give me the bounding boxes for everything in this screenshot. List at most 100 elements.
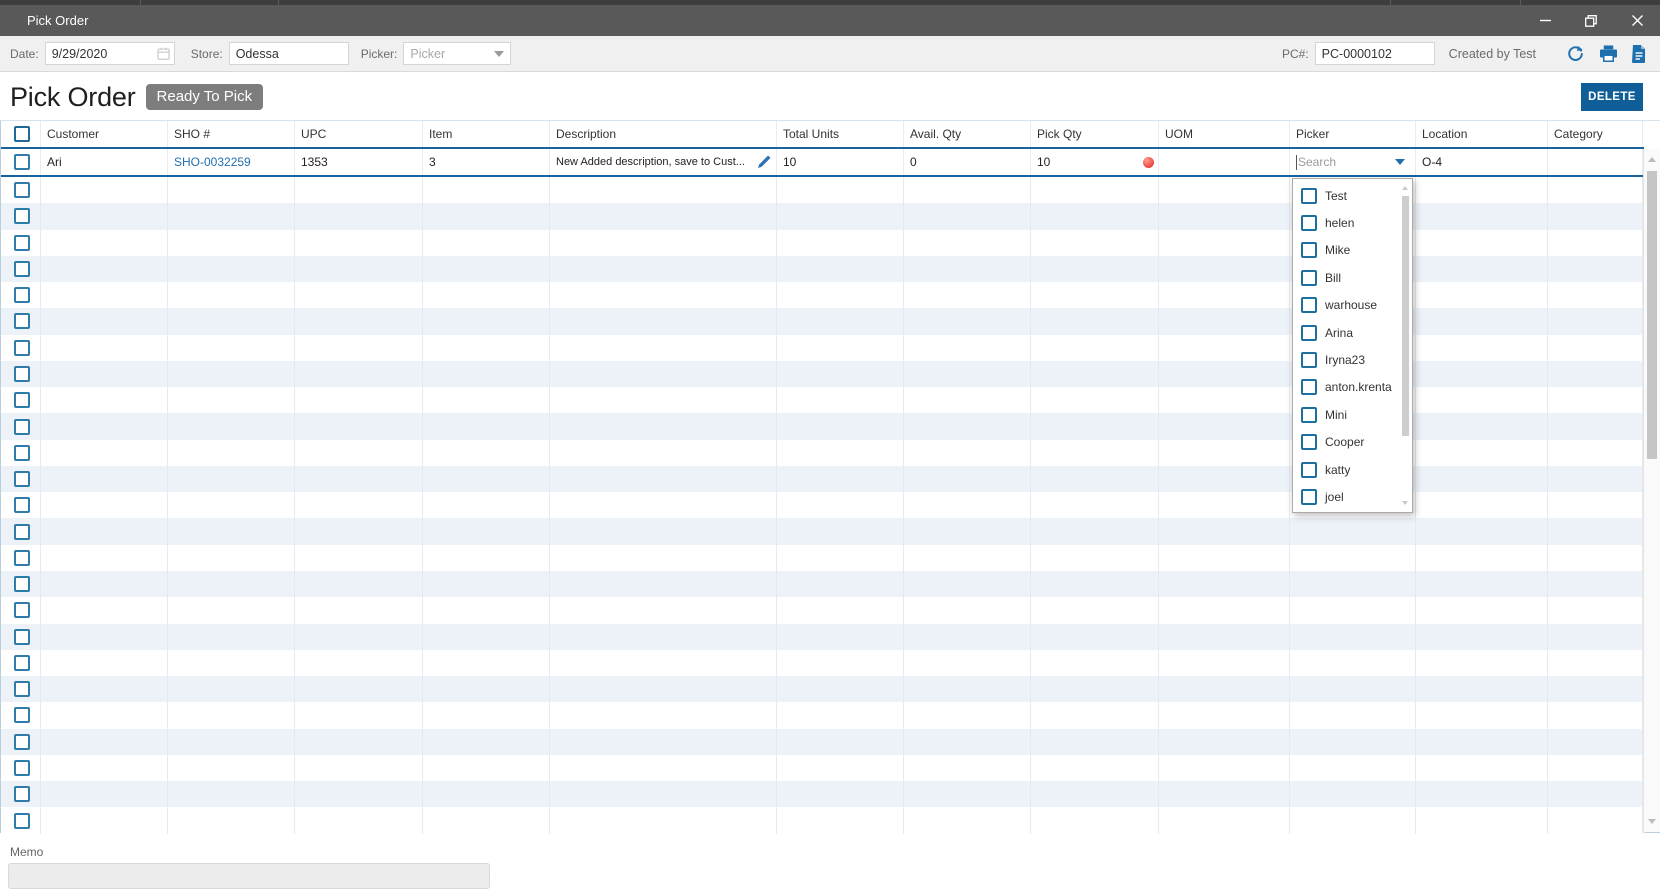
- row-checkbox[interactable]: [14, 418, 30, 435]
- vertical-scrollbar[interactable]: [1643, 149, 1660, 832]
- cell-upc: 1353: [295, 149, 423, 175]
- column-header-total-units[interactable]: Total Units: [777, 121, 904, 147]
- row-checkbox[interactable]: [14, 392, 30, 409]
- column-header-upc[interactable]: UPC: [295, 121, 423, 147]
- column-header-avail-qty[interactable]: Avail. Qty: [904, 121, 1031, 147]
- edit-pencil-icon[interactable]: [757, 155, 771, 169]
- picker-option-iryna23[interactable]: Iryna23: [1293, 346, 1412, 373]
- picker-search-combo[interactable]: Search: [1290, 149, 1415, 175]
- row-checkbox[interactable]: [14, 154, 30, 170]
- row-checkbox[interactable]: [14, 681, 30, 698]
- option-checkbox[interactable]: [1301, 434, 1317, 451]
- table-row-selected[interactable]: Ari SHO-0032259 1353 3 New Added descrip…: [1, 149, 1644, 177]
- sho-number-link[interactable]: SHO-0032259: [174, 155, 251, 169]
- picker-option-partial[interactable]: [1293, 511, 1412, 512]
- row-checkbox[interactable]: [14, 260, 30, 277]
- pc-number-input[interactable]: [1314, 42, 1435, 65]
- picker-option-arina[interactable]: Arina: [1293, 319, 1412, 346]
- close-button[interactable]: [1614, 5, 1660, 36]
- row-checkbox[interactable]: [14, 812, 30, 829]
- picker-search-placeholder: Search: [1298, 155, 1337, 169]
- option-checkbox[interactable]: [1301, 324, 1317, 341]
- row-checkbox[interactable]: [14, 733, 30, 750]
- refresh-button[interactable]: [1566, 45, 1585, 63]
- row-checkbox[interactable]: [14, 576, 30, 593]
- minimize-button[interactable]: [1522, 5, 1568, 36]
- row-checkbox[interactable]: [14, 628, 30, 645]
- row-checkbox[interactable]: [14, 234, 30, 251]
- picker-option-mike[interactable]: Mike: [1293, 237, 1412, 264]
- option-checkbox[interactable]: [1301, 187, 1317, 204]
- column-header-description[interactable]: Description: [550, 121, 777, 147]
- picker-select[interactable]: Picker: [403, 42, 512, 65]
- dropdown-arrow-icon[interactable]: [1395, 159, 1405, 165]
- row-checkbox[interactable]: [14, 707, 30, 724]
- dropdown-scrollbar[interactable]: [1400, 180, 1411, 511]
- picker-option-joel[interactable]: joel: [1293, 483, 1412, 510]
- column-header-customer[interactable]: Customer: [41, 121, 168, 147]
- option-checkbox[interactable]: [1301, 406, 1317, 423]
- option-label: anton.krenta: [1325, 380, 1392, 395]
- print-button[interactable]: [1599, 45, 1618, 62]
- row-checkbox[interactable]: [14, 549, 30, 566]
- row-checkbox[interactable]: [14, 759, 30, 776]
- scroll-up-icon[interactable]: [1402, 186, 1408, 190]
- picker-option-cooper[interactable]: Cooper: [1293, 429, 1412, 456]
- restore-button[interactable]: [1568, 5, 1614, 36]
- picker-option-anton-krenta[interactable]: anton.krenta: [1293, 374, 1412, 401]
- option-checkbox[interactable]: [1301, 352, 1317, 369]
- column-header-uom[interactable]: UOM: [1159, 121, 1290, 147]
- scroll-down-icon[interactable]: [1648, 819, 1656, 824]
- column-header-picker[interactable]: Picker: [1290, 121, 1416, 147]
- picker-dropdown-list: Test helen Mike Bill warhouse Arina Iryna23 ant…: [1293, 182, 1412, 512]
- picker-option-test[interactable]: Test: [1293, 182, 1412, 209]
- memo-input[interactable]: [8, 863, 490, 889]
- scrollbar-thumb[interactable]: [1647, 171, 1657, 459]
- picker-option-helen[interactable]: helen: [1293, 209, 1412, 236]
- option-checkbox[interactable]: [1301, 461, 1317, 478]
- column-header-location[interactable]: Location: [1416, 121, 1548, 147]
- table-row: [1, 676, 1644, 703]
- row-checkbox[interactable]: [14, 208, 30, 225]
- table-row: [1, 807, 1644, 834]
- delete-button[interactable]: DELETE: [1581, 83, 1643, 111]
- scroll-up-icon[interactable]: [1648, 157, 1656, 162]
- row-checkbox[interactable]: [14, 444, 30, 461]
- picker-option-warhouse[interactable]: warhouse: [1293, 292, 1412, 319]
- store-input[interactable]: [228, 42, 349, 65]
- option-checkbox[interactable]: [1301, 379, 1317, 396]
- column-header-pick-qty[interactable]: Pick Qty: [1031, 121, 1159, 147]
- row-checkbox[interactable]: [14, 654, 30, 671]
- description-text: New Added description, save to Cust...: [556, 156, 745, 168]
- cell-customer: Ari: [41, 149, 168, 175]
- option-checkbox[interactable]: [1301, 242, 1317, 259]
- row-checkbox[interactable]: [14, 497, 30, 514]
- row-checkbox[interactable]: [14, 182, 30, 199]
- scroll-down-icon[interactable]: [1402, 501, 1408, 505]
- picker-option-mini[interactable]: Mini: [1293, 401, 1412, 428]
- row-checkbox[interactable]: [14, 471, 30, 488]
- select-all-checkbox[interactable]: [14, 126, 30, 142]
- column-header-item[interactable]: Item: [423, 121, 550, 147]
- column-header-sho[interactable]: SHO #: [168, 121, 295, 147]
- column-header-category[interactable]: Category: [1548, 121, 1643, 147]
- picker-option-bill[interactable]: Bill: [1293, 264, 1412, 291]
- option-checkbox[interactable]: [1301, 269, 1317, 286]
- document-button[interactable]: [1632, 44, 1646, 63]
- cell-location: O-4: [1416, 149, 1548, 175]
- row-checkbox[interactable]: [14, 339, 30, 356]
- date-input[interactable]: [44, 42, 175, 65]
- row-checkbox[interactable]: [14, 523, 30, 540]
- picker-option-katty[interactable]: katty: [1293, 456, 1412, 483]
- option-checkbox[interactable]: [1301, 488, 1317, 505]
- row-checkbox[interactable]: [14, 786, 30, 803]
- row-checkbox[interactable]: [14, 602, 30, 619]
- option-checkbox[interactable]: [1301, 297, 1317, 314]
- row-checkbox[interactable]: [14, 365, 30, 382]
- row-checkbox[interactable]: [14, 287, 30, 304]
- calendar-icon[interactable]: [157, 47, 170, 60]
- option-checkbox[interactable]: [1301, 215, 1317, 232]
- dropdown-scrollbar-thumb[interactable]: [1402, 196, 1409, 436]
- option-label: joel: [1325, 489, 1344, 504]
- row-checkbox[interactable]: [14, 313, 30, 330]
